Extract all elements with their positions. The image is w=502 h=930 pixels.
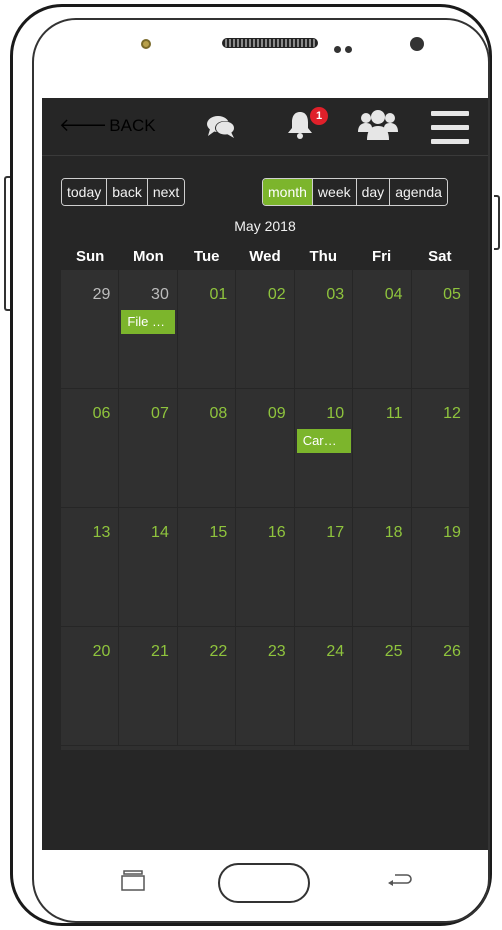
day-number: 19 — [443, 524, 461, 541]
day-cell[interactable]: 16 — [236, 508, 295, 626]
power-button — [494, 195, 500, 250]
day-cell[interactable]: 05 — [411, 270, 469, 388]
front-camera-icon — [410, 37, 424, 51]
month-grid: 29 30 File … 01 02 03 04 05 06 07 08 09 1… — [61, 270, 469, 750]
day-number: 22 — [209, 643, 228, 660]
week-row: 20 21 22 23 24 25 26 — [61, 627, 469, 746]
day-number: 09 — [267, 405, 286, 422]
back-nav-icon[interactable] — [385, 871, 413, 891]
arrow-left-icon: 🡐 — [59, 115, 108, 135]
day-number: 01 — [209, 286, 228, 303]
day-number: 14 — [151, 524, 169, 541]
day-cell[interactable]: 03 — [294, 270, 354, 388]
weekday-label: Wed — [249, 248, 281, 265]
notification-badge: 1 — [310, 107, 328, 125]
day-cell[interactable]: 22 — [177, 627, 237, 745]
agenda-view-button[interactable]: agenda — [390, 179, 447, 205]
day-cell[interactable]: 23 — [236, 627, 295, 745]
camera-icon — [141, 39, 151, 49]
day-number: 05 — [443, 286, 461, 303]
day-cell[interactable]: 29 — [61, 270, 120, 388]
weekday-label: Sat — [428, 248, 452, 265]
navigation-buttons: today back next — [61, 178, 186, 206]
menu-icon[interactable] — [431, 111, 469, 144]
day-cell[interactable]: 12 — [411, 389, 469, 507]
recent-apps-icon[interactable] — [120, 870, 146, 892]
view-buttons: month week day agenda — [262, 178, 448, 206]
day-cell[interactable]: 15 — [177, 508, 237, 626]
day-cell[interactable]: 21 — [119, 627, 178, 745]
top-bar: 🡐 BACK 1 — [42, 98, 488, 156]
day-cell[interactable]: 06 — [61, 389, 120, 507]
day-cell[interactable]: 25 — [353, 627, 412, 745]
app-screen: 🡐 BACK 1 today back next month week day … — [42, 98, 488, 850]
day-number: 11 — [385, 405, 403, 422]
sensor-dots — [334, 40, 356, 58]
month-title: May 2018 — [234, 218, 296, 234]
day-cell[interactable]: 24 — [294, 627, 354, 745]
week-row: 29 30 File … 01 02 03 04 05 — [61, 270, 469, 389]
day-cell[interactable]: 09 — [236, 389, 295, 507]
day-view-button[interactable]: day — [356, 179, 391, 205]
weekday-label: Mon — [133, 248, 164, 265]
weekday-label: Thu — [309, 248, 338, 265]
day-number: 25 — [384, 643, 403, 660]
day-number: 21 — [151, 643, 169, 660]
back-period-button[interactable]: back — [107, 179, 148, 205]
back-label: BACK — [109, 116, 156, 135]
day-number: 07 — [151, 405, 169, 422]
week-row: 06 07 08 09 10 Car… 11 12 — [61, 389, 469, 508]
day-number: 17 — [326, 524, 345, 541]
day-number: 03 — [326, 286, 345, 303]
day-number: 26 — [443, 643, 461, 660]
day-number: 23 — [267, 643, 286, 660]
week-row: 13 14 15 16 17 18 19 — [61, 508, 469, 627]
day-cell[interactable]: 10 Car… — [294, 389, 354, 507]
day-number: 02 — [267, 286, 286, 303]
day-cell[interactable]: 07 — [119, 389, 178, 507]
chat-icon[interactable] — [205, 115, 237, 139]
weekday-label: Tue — [193, 248, 220, 265]
day-cell[interactable]: 19 — [411, 508, 469, 626]
day-cell[interactable]: 14 — [119, 508, 178, 626]
day-cell[interactable]: 26 — [411, 627, 469, 745]
day-number: 24 — [326, 643, 345, 660]
day-number: 18 — [384, 524, 403, 541]
weekday-header: Sun Mon Tue Wed Thu Fri Sat — [61, 244, 469, 270]
back-button[interactable]: 🡐 BACK — [59, 115, 156, 136]
day-cell[interactable]: 18 — [353, 508, 412, 626]
weekday-label: Sun — [75, 248, 105, 265]
day-number: 16 — [267, 524, 286, 541]
day-number: 15 — [209, 524, 228, 541]
day-cell[interactable]: 01 — [177, 270, 237, 388]
users-icon[interactable] — [358, 108, 398, 142]
day-cell[interactable]: 08 — [177, 389, 237, 507]
week-view-button[interactable]: week — [312, 179, 357, 205]
weekday-label: Fri — [371, 248, 392, 265]
day-number: 12 — [443, 405, 461, 422]
calendar-event[interactable]: File … — [121, 310, 176, 334]
day-number: 29 — [92, 286, 111, 303]
day-cell[interactable]: 02 — [236, 270, 295, 388]
month-view-button[interactable]: month — [263, 179, 313, 205]
day-cell[interactable]: 20 — [61, 627, 120, 745]
today-button[interactable]: today — [62, 179, 108, 205]
day-cell[interactable]: 30 File … — [119, 270, 178, 388]
day-number: 13 — [92, 524, 111, 541]
home-button[interactable] — [218, 863, 310, 903]
calendar-event[interactable]: Car… — [296, 429, 351, 453]
day-cell[interactable]: 13 — [61, 508, 120, 626]
speaker-grille — [222, 38, 318, 48]
day-cell[interactable]: 04 — [353, 270, 412, 388]
day-number: 06 — [92, 405, 111, 422]
day-number: 08 — [209, 405, 228, 422]
day-number: 04 — [384, 286, 403, 303]
next-button[interactable]: next — [147, 179, 185, 205]
day-number: 10 — [326, 405, 345, 422]
day-number: 20 — [92, 643, 111, 660]
day-cell[interactable]: 11 — [353, 389, 412, 507]
day-cell[interactable]: 17 — [294, 508, 354, 626]
day-number: 30 — [151, 286, 169, 303]
